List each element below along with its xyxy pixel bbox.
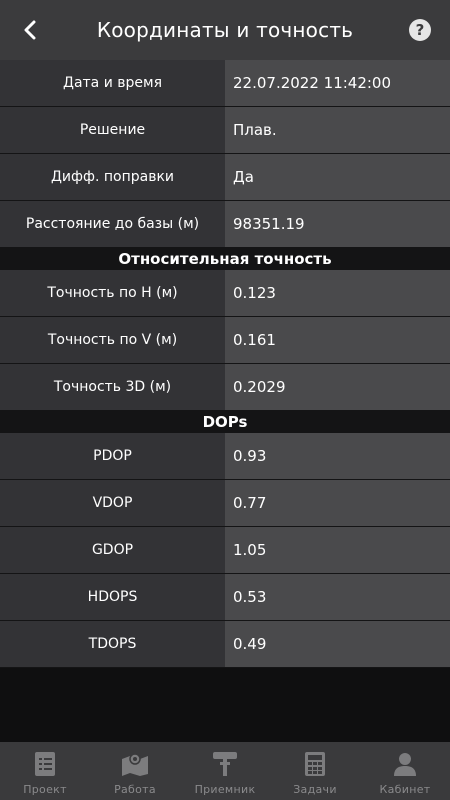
help-button[interactable]: ? — [390, 0, 450, 60]
row-value: Да — [225, 154, 450, 200]
row-value: Плав. — [225, 107, 450, 153]
row-label: Точность по V (м) — [0, 317, 225, 363]
table-row: Дифф. поправки Да — [0, 154, 450, 201]
tab-cabinet[interactable]: Кабинет — [360, 742, 450, 800]
help-icon: ? — [409, 19, 431, 41]
table-row: HDOPS 0.53 — [0, 574, 450, 621]
row-label: Дата и время — [0, 60, 225, 106]
table-row: Точность по H (м) 0.123 — [0, 270, 450, 317]
row-label: Расстояние до базы (м) — [0, 201, 225, 247]
row-label: PDOP — [0, 433, 225, 479]
calculator-icon — [300, 749, 330, 779]
table-row: VDOP 0.77 — [0, 480, 450, 527]
tab-tasks[interactable]: Задачи — [270, 742, 360, 800]
chevron-left-icon — [24, 20, 36, 40]
row-value: 98351.19 — [225, 201, 450, 247]
row-value: 22.07.2022 11:42:00 — [225, 60, 450, 106]
table-row: Точность по V (м) 0.161 — [0, 317, 450, 364]
table-row: Решение Плав. — [0, 107, 450, 154]
page-title: Координаты и точность — [96, 18, 354, 42]
table-row: Дата и время 22.07.2022 11:42:00 — [0, 60, 450, 107]
row-label: Решение — [0, 107, 225, 153]
row-value: 0.93 — [225, 433, 450, 479]
map-icon — [120, 749, 150, 779]
top-app-bar: Координаты и точность ? — [0, 0, 450, 60]
tab-work[interactable]: Работа — [90, 742, 180, 800]
row-label: Точность 3D (м) — [0, 364, 225, 410]
row-label: HDOPS — [0, 574, 225, 620]
row-value: 0.123 — [225, 270, 450, 316]
row-label: GDOP — [0, 527, 225, 573]
tab-label: Приемник — [194, 783, 256, 796]
tab-project[interactable]: Проект — [0, 742, 90, 800]
tab-label: Задачи — [293, 783, 337, 796]
row-value: 0.2029 — [225, 364, 450, 410]
row-label: VDOP — [0, 480, 225, 526]
row-label: Точность по H (м) — [0, 270, 225, 316]
tab-receiver[interactable]: Приемник — [180, 742, 270, 800]
project-icon — [30, 749, 60, 779]
table-row: Расстояние до базы (м) 98351.19 — [0, 201, 450, 248]
receiver-icon — [210, 749, 240, 779]
tab-label: Кабинет — [379, 783, 431, 796]
table-row: Точность 3D (м) 0.2029 — [0, 364, 450, 411]
row-value: 0.49 — [225, 621, 450, 667]
section-header-relative-accuracy: Относительная точность — [0, 248, 450, 270]
row-label: Дифф. поправки — [0, 154, 225, 200]
row-value: 1.05 — [225, 527, 450, 573]
svg-text:?: ? — [416, 21, 425, 39]
row-value: 0.77 — [225, 480, 450, 526]
table-row: PDOP 0.93 — [0, 433, 450, 480]
row-value: 0.53 — [225, 574, 450, 620]
row-value: 0.161 — [225, 317, 450, 363]
tab-label: Проект — [23, 783, 67, 796]
table-row: GDOP 1.05 — [0, 527, 450, 574]
details-table: Дата и время 22.07.2022 11:42:00 Решение… — [0, 60, 450, 668]
back-button[interactable] — [0, 0, 60, 60]
user-icon — [390, 749, 420, 779]
section-header-dops: DOPs — [0, 411, 450, 433]
table-row: TDOPS 0.49 — [0, 621, 450, 668]
bottom-tab-bar: Проект Работа Приемник Задачи Кабинет — [0, 742, 450, 800]
row-label: TDOPS — [0, 621, 225, 667]
tab-label: Работа — [114, 783, 156, 796]
